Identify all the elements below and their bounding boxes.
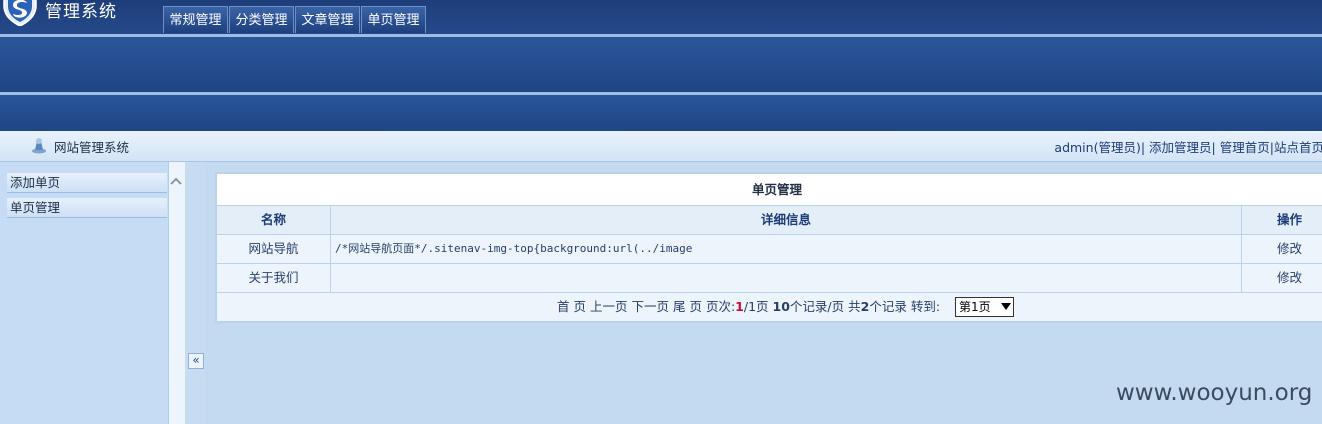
tab-article[interactable]: 文章管理	[295, 6, 360, 33]
per-page-label: 个记录/页	[789, 299, 845, 314]
page-select[interactable]: 第1页	[955, 297, 1014, 317]
total-label: 共	[848, 299, 861, 314]
sidebar-scrollbar[interactable]	[168, 162, 185, 424]
page-select-value: 第1页	[959, 300, 991, 314]
shield-logo-icon	[3, 0, 37, 26]
site-name: 网站管理系统	[54, 140, 130, 155]
watermark: www.wooyun.org	[1116, 380, 1313, 406]
row-detail: /*网站导航页面*/.sitenav-img-top{background:ur…	[331, 235, 1241, 263]
tab-category[interactable]: 分类管理	[229, 6, 294, 33]
column-header-detail: 详细信息	[331, 206, 1241, 234]
table-title: 单页管理	[217, 174, 1322, 205]
next-page-link[interactable]: 下一页	[631, 299, 669, 314]
column-header-name: 名称	[217, 206, 330, 234]
frame-splitter	[185, 162, 205, 424]
collapse-sidebar-button[interactable]: «	[188, 353, 204, 369]
per-page-count: 10	[772, 299, 790, 314]
tab-single-page[interactable]: 单页管理	[361, 6, 426, 33]
last-page-link[interactable]: 尾 页	[673, 299, 702, 314]
app-title: 管理系统	[45, 2, 117, 22]
site-home-link[interactable]: 站点首页	[1274, 140, 1322, 155]
edit-link[interactable]: 修改	[1242, 235, 1322, 263]
first-page-link[interactable]: 首 页	[557, 299, 586, 314]
total-label-suffix: 个记录	[869, 299, 907, 314]
sidebar-item-add-page[interactable]: 添加单页	[7, 173, 167, 193]
current-page: 1	[735, 299, 744, 314]
row-name: 网站导航	[217, 235, 330, 263]
total-pages: /1页	[743, 299, 769, 314]
add-admin-link[interactable]: 添加管理员	[1149, 140, 1212, 155]
header-band	[0, 95, 1322, 131]
prev-page-link[interactable]: 上一页	[590, 299, 628, 314]
tab-general[interactable]: 常规管理	[163, 6, 228, 33]
header-band	[0, 37, 1322, 92]
chevron-up-icon[interactable]	[170, 176, 182, 186]
row-detail	[331, 264, 1241, 292]
user-icon	[32, 138, 46, 154]
admin-links: admin(管理员)| 添加管理员| 管理首页|站点首页	[1054, 137, 1322, 156]
link-separator: |	[1211, 140, 1216, 155]
admin-home-link[interactable]: 管理首页	[1220, 140, 1270, 155]
pagination-bar: 首 页 上一页 下一页 尾 页 页次:1/1页 10个记录/页 共2个记录 转到…	[217, 293, 1322, 321]
column-header-action: 操作	[1242, 206, 1322, 234]
page-label: 页次:	[705, 299, 736, 314]
current-user[interactable]: admin(管理员)	[1054, 140, 1140, 155]
row-name: 关于我们	[217, 264, 330, 292]
goto-label: 转到:	[910, 299, 941, 314]
sidebar-item-page-manage[interactable]: 单页管理	[7, 198, 167, 218]
edit-link[interactable]: 修改	[1242, 264, 1322, 292]
chevron-down-icon	[1001, 303, 1011, 310]
link-separator: |	[1140, 140, 1146, 155]
